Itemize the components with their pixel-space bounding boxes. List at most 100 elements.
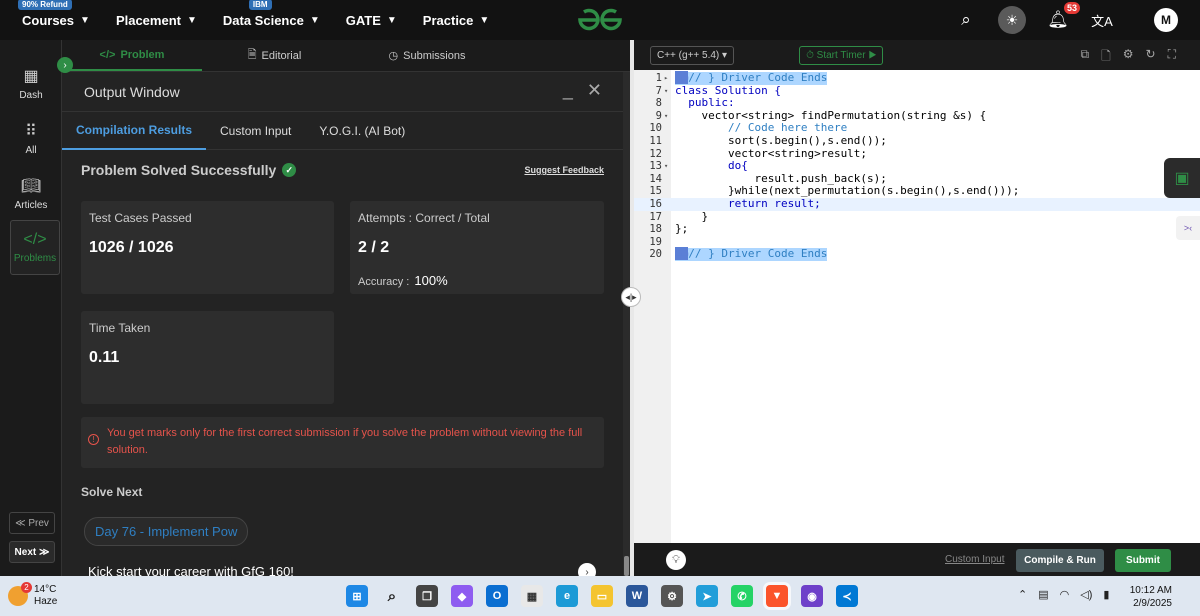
sidebar-item-all[interactable]: ⠿ All (0, 121, 62, 156)
prev-button[interactable]: ≪ Prev (9, 512, 55, 534)
output-scrollbar-thumb[interactable] (624, 556, 629, 576)
notification-count: 53 (1063, 2, 1080, 14)
minimize-icon[interactable]: _ (563, 80, 573, 101)
github-icon[interactable]: ◉ (801, 585, 823, 607)
warning-text: You get marks only for the first correct… (107, 427, 583, 456)
close-icon[interactable]: ✕ (587, 80, 602, 101)
code-line: 1 ▸ ▬▬// } Driver Code Ends (634, 71, 1200, 85)
fold-icon[interactable]: ▾ (664, 160, 668, 173)
chevron-down-icon: ▼ (80, 14, 90, 26)
avatar[interactable]: M (1154, 8, 1178, 32)
copilot-icon[interactable]: ◆ (451, 585, 473, 607)
next-button[interactable]: Next ≫ (9, 541, 55, 563)
suggest-feedback-link[interactable]: Suggest Feedback (524, 165, 604, 175)
ibm-badge: IBM (248, 0, 272, 10)
top-navbar: 90% Refund Courses ▼ Placement ▼ IBM Dat… (0, 0, 1200, 40)
nav-data-science[interactable]: IBM Data Science ▼ (223, 0, 320, 28)
search-icon[interactable]: ⌕ (954, 10, 978, 30)
attempts-title: Attempts : Correct / Total (358, 211, 490, 225)
telegram-icon[interactable]: ➤ (696, 585, 718, 607)
output-window-title: Output Window (84, 83, 180, 100)
clock-date: 2/9/2025 (1133, 598, 1172, 609)
theme-toggle-icon[interactable]: ☀ (998, 6, 1026, 34)
chevron-up-icon[interactable]: ⌃ (1018, 588, 1027, 601)
word-icon[interactable]: W (626, 585, 648, 607)
code-line: 18}; (634, 223, 1200, 236)
resize-handle-icon[interactable]: ◂|▸ (621, 287, 641, 307)
reset-icon[interactable]: ↻ (1146, 47, 1156, 68)
gfg-logo[interactable] (576, 7, 624, 33)
tab-editorial[interactable]: 🗎 Editorial (202, 40, 347, 71)
language-select[interactable]: C++ (g++ 5.4) ▾ (650, 45, 735, 65)
start-timer-button[interactable]: ⏱ Start Timer ▶ (799, 45, 884, 65)
weather-condition: Haze (34, 596, 58, 607)
test-cases-title: Test Cases Passed (89, 211, 192, 225)
tab-yogi-ai-bot[interactable]: Y.O.G.I. (AI Bot) (305, 112, 419, 150)
clock-time: 10:12 AM (1129, 585, 1172, 596)
code-editor[interactable]: 1 ▸ ▬▬// } Driver Code Ends 7 ▾ class Soluti… (634, 70, 1200, 543)
tab-problem[interactable]: </> Problem (62, 40, 202, 71)
edge-icon[interactable]: e (556, 585, 578, 607)
wifi-icon[interactable]: ◠ (1060, 588, 1070, 601)
tray-app-icon[interactable]: ▤ (1038, 588, 1048, 601)
code-text: do{ (675, 159, 748, 173)
expand-sidebar-button[interactable]: › (57, 57, 73, 73)
gear-icon[interactable]: ⚙ (1123, 47, 1134, 68)
code-line: 20 ▬▬// } Driver Code Ends (634, 247, 1200, 261)
translate-icon[interactable]: 文A (1090, 11, 1114, 30)
brave-icon[interactable]: ▼ (766, 585, 788, 607)
file-icon[interactable]: 🗋 (1101, 47, 1111, 68)
tab-label: Editorial (261, 49, 302, 62)
code-comment: // } Driver Code Ends (688, 71, 828, 84)
nav-practice[interactable]: Practice ▼ (423, 13, 490, 28)
output-scrollbar[interactable] (623, 72, 630, 576)
code-assist-icon[interactable]: >‹ (1176, 216, 1200, 240)
outlook-icon[interactable]: O (486, 585, 508, 607)
fullscreen-icon[interactable]: ⛶ (1168, 47, 1176, 68)
sidebar-item-articles[interactable]: 📖︎ Articles (0, 176, 62, 211)
tab-submissions[interactable]: ◷ Submissions (347, 40, 507, 71)
code-line: 13 ▾ do{ (634, 160, 1200, 173)
fold-icon[interactable]: ▸ (664, 72, 668, 85)
windows-start-icon[interactable]: ⊞ (346, 585, 368, 607)
task-view-icon[interactable]: ❐ (416, 585, 438, 607)
solve-next-heading: Solve Next (81, 485, 143, 499)
line-number: 12 (649, 147, 662, 160)
whatsapp-icon[interactable]: ✆ (731, 585, 753, 607)
next-problem-chip[interactable]: Day 76 - Implement Pow (84, 517, 249, 546)
code-text: }; (675, 222, 689, 236)
search-icon[interactable]: ⌕ (381, 585, 403, 607)
line-number: 10 (649, 122, 662, 135)
chat-icon[interactable]: ▣ (1164, 158, 1200, 198)
compile-run-button[interactable]: Compile & Run (1016, 549, 1104, 572)
submit-button[interactable]: Submit (1115, 549, 1171, 572)
nav-placement[interactable]: Placement ▼ (116, 13, 197, 28)
chevron-right-icon[interactable]: › (578, 563, 596, 576)
bell-icon[interactable]: 🔔︎ 53 (1046, 2, 1080, 30)
nav-courses[interactable]: 90% Refund Courses ▼ (18, 0, 90, 28)
store-icon[interactable]: ▦ (521, 585, 543, 607)
nav-gate-label: GATE (345, 12, 381, 28)
fold-icon[interactable]: ▾ (664, 110, 668, 123)
sidebar-item-dash[interactable]: ▦ Dash (0, 66, 62, 101)
vscode-icon[interactable]: ≺ (836, 585, 858, 607)
custom-input-link[interactable]: Custom Input (945, 554, 1004, 565)
tab-compilation-results[interactable]: Compilation Results (62, 112, 207, 150)
book-icon: 📖︎ (20, 178, 42, 195)
line-number: 11 (649, 134, 662, 147)
sidebar-item-label: Problems (13, 253, 57, 264)
sidebar-item-problems[interactable]: </> Problems (10, 220, 60, 275)
system-clock[interactable]: 10:12 AM 2/9/2025 (1128, 584, 1172, 610)
tab-custom-input[interactable]: Custom Input (206, 112, 305, 150)
battery-icon[interactable]: ▮ (1103, 588, 1109, 601)
line-number: 15 (649, 185, 662, 198)
fold-icon[interactable]: ▾ (664, 85, 668, 98)
weather-widget[interactable]: 2 14°C Haze (8, 582, 58, 608)
code-line: 17 } (634, 210, 1200, 224)
lightbulb-icon[interactable]: 💡︎ (666, 550, 686, 570)
settings-icon[interactable]: ⚙ (661, 585, 683, 607)
file-explorer-icon[interactable]: ▭ (591, 585, 613, 607)
copy-icon[interactable]: ⧉ (1081, 47, 1090, 68)
volume-icon[interactable]: ◁) (1080, 588, 1092, 601)
nav-gate[interactable]: GATE ▼ (346, 13, 397, 28)
